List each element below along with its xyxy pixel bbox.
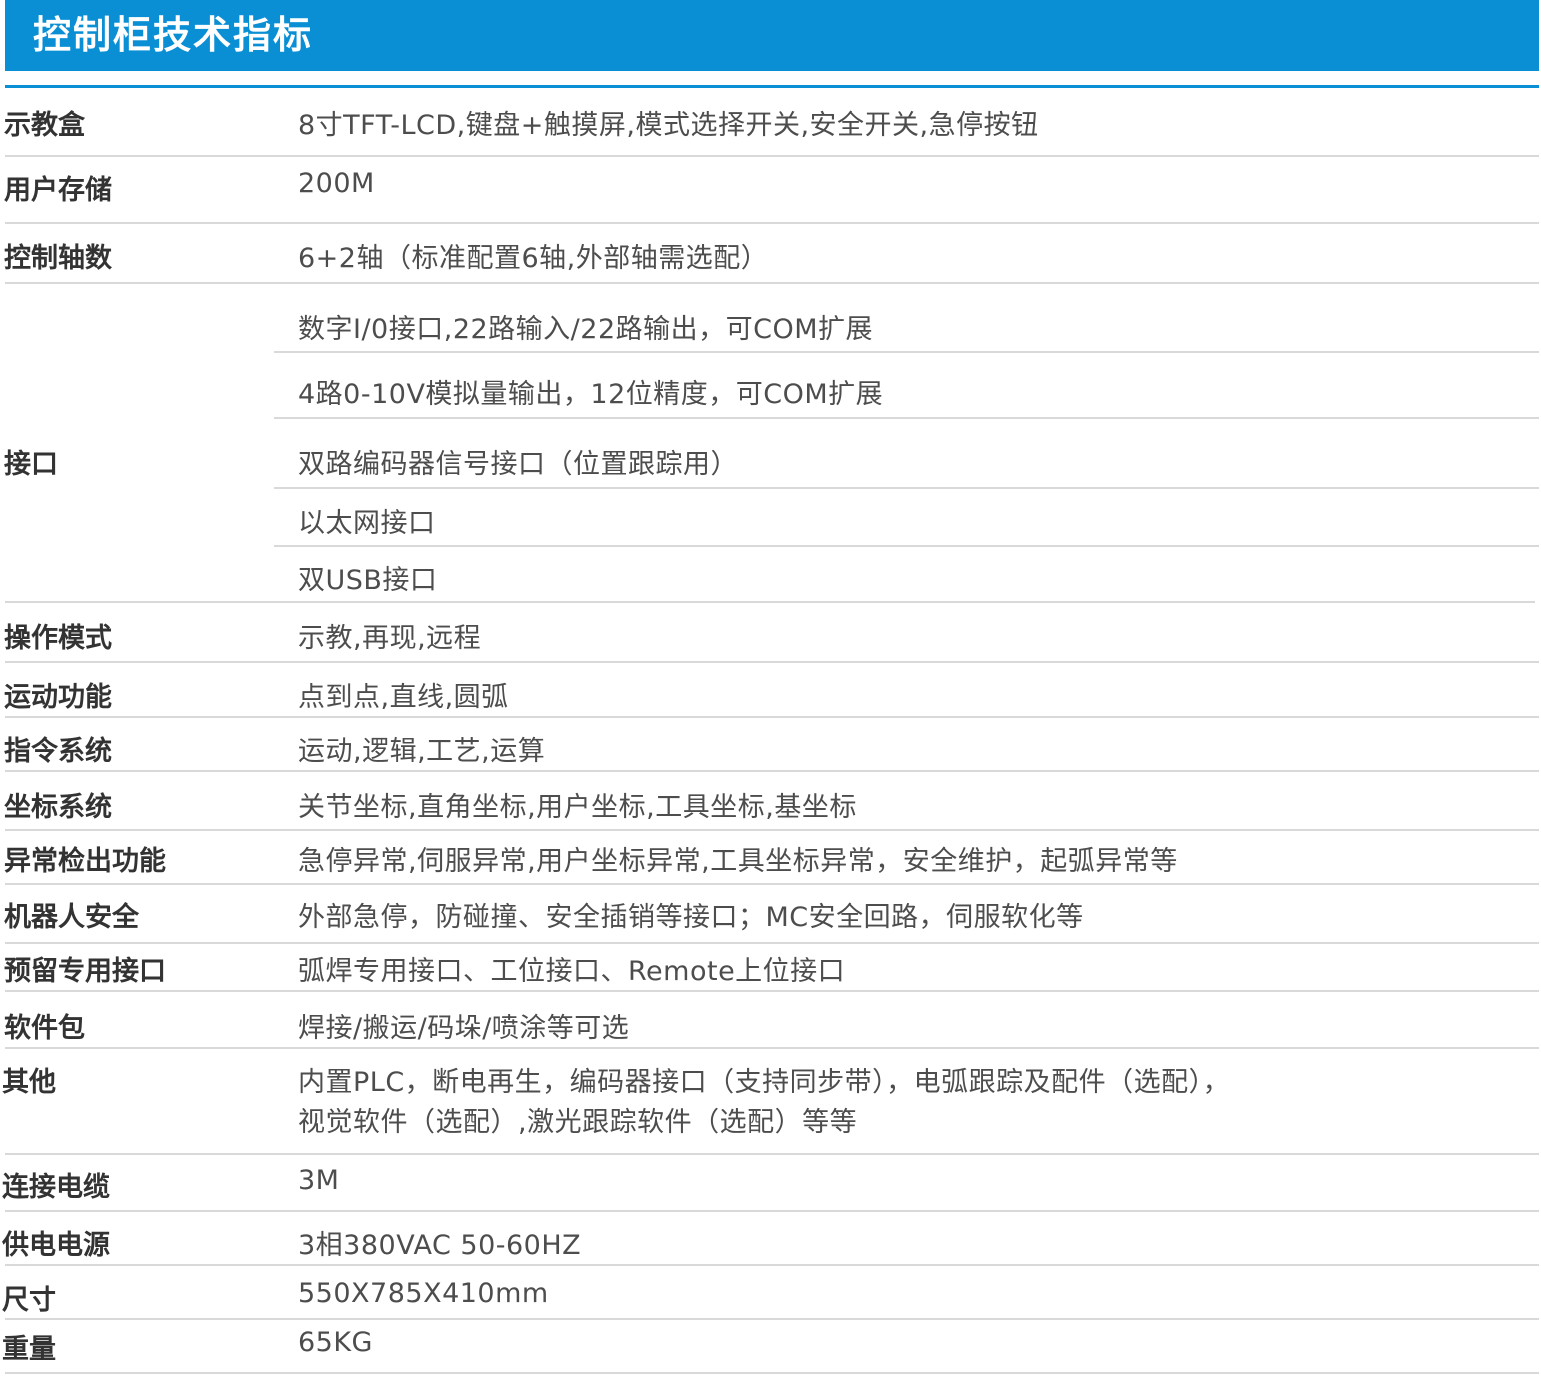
spec-value-cable: 3M [298, 1165, 340, 1196]
row-divider [5, 601, 1535, 603]
spec-label-power-supply: 供电电源 [2, 1230, 110, 1261]
spec-value-interface-encoder: 双路编码器信号接口（位置跟踪用） [298, 449, 738, 480]
spec-value-interface-digital-io: 数字I/0接口,22路输入/22路输出，可COM扩展 [298, 314, 874, 345]
row-divider [5, 1372, 1539, 1374]
spec-value-coordinate-system: 关节坐标,直角坐标,用户坐标,工具坐标,基坐标 [298, 792, 857, 823]
spec-label-axes: 控制轴数 [4, 243, 112, 274]
spec-label-coordinate-system: 坐标系统 [4, 792, 112, 823]
spec-label-other: 其他 [2, 1067, 56, 1098]
spec-label-dimensions: 尺寸 [2, 1285, 56, 1316]
spec-value-interface-analog: 4路0-10V模拟量输出，12位精度，可COM扩展 [298, 379, 884, 410]
page-title: 控制柜技术指标 [33, 13, 314, 57]
spec-value-interface-usb: 双USB接口 [298, 565, 438, 596]
spec-value-reserved-interfaces: 弧焊专用接口、工位接口、Remote上位接口 [298, 956, 846, 987]
spec-value-motion: 点到点,直线,圆弧 [298, 682, 509, 713]
spec-value-teach-pendant: 8寸TFT-LCD,键盘+触摸屏,模式选择开关,安全开关,急停按钮 [298, 110, 1039, 141]
spec-value-instruction-set: 运动,逻辑,工艺,运算 [298, 736, 546, 767]
row-divider [5, 883, 1539, 885]
title-bar: 控制柜技术指标 [5, 0, 1539, 71]
spec-label-robot-safety: 机器人安全 [4, 902, 139, 933]
spec-value-software-package: 焊接/搬运/码垛/喷涂等可选 [298, 1013, 630, 1044]
sub-row-divider [274, 487, 1539, 489]
sub-row-divider [274, 351, 1539, 353]
row-divider [5, 829, 1539, 831]
row-divider [5, 1047, 1539, 1049]
sub-row-divider [274, 545, 1539, 547]
row-divider [5, 990, 1539, 992]
spec-value-robot-safety: 外部急停，防碰撞、安全插销等接口；MC安全回路，伺服软化等 [298, 902, 1084, 933]
spec-label-weight: 重量 [2, 1334, 56, 1365]
spec-value-fault-detection: 急停异常,伺服异常,用户坐标异常,工具坐标异常，安全维护，起弧异常等 [298, 846, 1178, 877]
row-divider [5, 222, 1539, 224]
spec-value-user-storage: 200M [298, 168, 375, 199]
row-divider [5, 1153, 1539, 1155]
spec-label-instruction-set: 指令系统 [4, 736, 112, 767]
row-divider [5, 716, 1539, 718]
sub-row-divider [274, 417, 1539, 419]
row-divider [5, 1264, 1539, 1266]
title-underline [5, 85, 1539, 88]
spec-label-cable: 连接电缆 [2, 1172, 110, 1203]
spec-value-weight: 65KG [298, 1327, 373, 1358]
row-divider [5, 661, 1539, 663]
spec-value-dimensions: 550X785X410mm [298, 1278, 549, 1309]
row-divider [5, 282, 1539, 284]
spec-value-power-supply: 3相380VAC 50-60HZ [298, 1230, 582, 1261]
row-divider [5, 770, 1539, 772]
spec-label-teach-pendant: 示教盒 [4, 110, 85, 141]
row-divider [5, 942, 1539, 944]
spec-label-motion: 运动功能 [4, 682, 112, 713]
spec-label-operation-mode: 操作模式 [4, 623, 112, 654]
spec-label-interfaces: 接口 [4, 449, 58, 480]
spec-label-user-storage: 用户存储 [4, 175, 112, 206]
spec-value-operation-mode: 示教,再现,远程 [298, 623, 482, 654]
row-divider [5, 155, 1539, 157]
spec-label-fault-detection: 异常检出功能 [4, 846, 166, 877]
spec-value-axes: 6+2轴（标准配置6轴,外部轴需选配） [298, 243, 769, 274]
spec-value-other-line-2: 视觉软件（选配）,激光跟踪软件（选配）等等 [298, 1107, 858, 1138]
row-divider [5, 1210, 1539, 1212]
spec-value-other-line-1: 内置PLC，断电再生，编码器接口（支持同步带），电弧跟踪及配件（选配）， [298, 1067, 1231, 1098]
spec-label-software-package: 软件包 [4, 1013, 85, 1044]
spec-label-reserved-interfaces: 预留专用接口 [4, 956, 166, 987]
spec-value-interface-ethernet: 以太网接口 [298, 508, 436, 539]
row-divider [5, 1318, 1539, 1320]
